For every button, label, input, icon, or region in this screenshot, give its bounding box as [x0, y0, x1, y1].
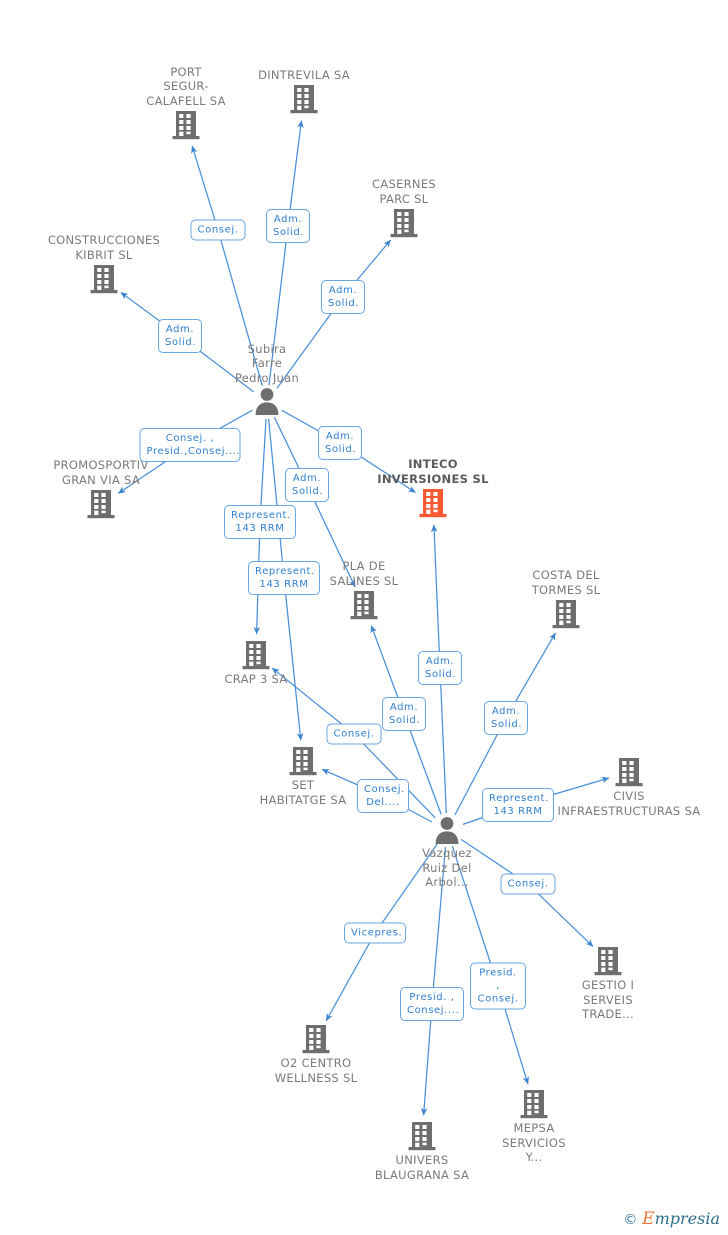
- node-icon-civis-infraestructuras[interactable]: [554, 756, 704, 788]
- edge-segment-arrow: [287, 120, 304, 223]
- node-label-promosportiva: PROMOSPORTIV GRAN VIA SA: [53, 458, 149, 487]
- company-building-icon: [290, 85, 318, 114]
- brand-name: mpresia: [654, 1209, 720, 1228]
- node-label-gestio-i-serveis: GESTIO I SERVEIS TRADE...: [581, 978, 635, 1021]
- company-building-icon: [242, 641, 270, 670]
- edge-label-subira-farre-to-pla-de-salines[interactable]: Adm. Solid.: [285, 468, 329, 502]
- edge-label-vazquez-ruiz-to-pla-de-salines[interactable]: Adm. Solid.: [382, 697, 426, 731]
- node-gestio-i-serveis[interactable]: GESTIO I SERVEIS TRADE...: [533, 945, 683, 1022]
- node-civis-infraestructuras[interactable]: CIVIS INFRAESTRUCTURAS SA: [554, 756, 704, 818]
- edge-label-subira-farre-to-set-habitatge[interactable]: Represent. 143 RRM: [248, 561, 320, 595]
- node-icon-set-habitatge[interactable]: [228, 745, 378, 777]
- node-label-o2-centro: O2 CENTRO WELLNESS SL: [274, 1056, 358, 1085]
- edge-label-subira-farre-to-inteco[interactable]: Adm. Solid.: [318, 426, 362, 460]
- company-building-icon: [390, 209, 418, 238]
- edge-segment-arrow: [325, 936, 374, 1022]
- edge-segment-arrow: [191, 145, 218, 227]
- edge-label-vazquez-ruiz-to-univers-blaugrana[interactable]: Presid. , Consej....: [400, 987, 464, 1021]
- node-dintrevila[interactable]: DINTREVILA SA: [229, 68, 379, 116]
- node-icon-construcciones-kibrit[interactable]: [29, 263, 179, 295]
- edge-label-vazquez-ruiz-to-gestio-i-serveis[interactable]: Consej.: [500, 873, 556, 895]
- node-o2-centro[interactable]: O2 CENTRO WELLNESS SL: [241, 1023, 391, 1085]
- company-building-icon: [350, 591, 378, 620]
- node-crap-3[interactable]: CRAP 3 SA: [181, 639, 331, 687]
- edge-label-subira-farre-to-casernes-parc[interactable]: Adm. Solid.: [321, 280, 365, 314]
- company-building-icon: [419, 489, 447, 518]
- company-building-icon: [90, 265, 118, 294]
- company-building-icon: [172, 111, 200, 140]
- node-icon-promosportiva[interactable]: [26, 488, 176, 520]
- node-costa-del-tormes[interactable]: COSTA DEL TORMES SL: [491, 568, 641, 630]
- node-icon-costa-del-tormes[interactable]: [491, 598, 641, 630]
- edge-segment: [439, 671, 447, 814]
- node-label-set-habitatge: SET HABITATGE SA: [259, 778, 347, 807]
- node-casernes-parc[interactable]: CASERNES PARC SL: [329, 177, 479, 239]
- edge-label-subira-farre-to-construcciones-kibrit[interactable]: Adm. Solid.: [158, 319, 202, 353]
- node-icon-gestio-i-serveis[interactable]: [533, 945, 683, 977]
- node-icon-subira-farre[interactable]: [192, 386, 342, 416]
- node-mepsa-servicios[interactable]: MEPSA SERVICIOS Y...: [459, 1088, 609, 1165]
- edge-segment: [259, 418, 267, 519]
- node-icon-crap-3[interactable]: [181, 639, 331, 671]
- node-label-crap-3: CRAP 3 SA: [224, 672, 288, 686]
- node-label-vazquez-ruiz: Vazquez Ruiz Del Arbol...: [422, 846, 472, 889]
- edge-label-subira-farre-to-promosportiva[interactable]: Consej. , Presid.,Consej....: [139, 428, 241, 462]
- node-vazquez-ruiz[interactable]: Vazquez Ruiz Del Arbol...: [372, 815, 522, 890]
- node-construcciones-kibrit[interactable]: CONSTRUCCIONES KIBRIT SL: [29, 233, 179, 295]
- edge-label-vazquez-ruiz-to-inteco[interactable]: Adm. Solid.: [418, 651, 462, 685]
- edge-label-vazquez-ruiz-to-mepsa-servicios[interactable]: Presid. , Consej.: [470, 962, 526, 1010]
- edge-label-vazquez-ruiz-to-crap-3[interactable]: Consej.: [326, 723, 382, 745]
- edge-label-vazquez-ruiz-to-o2-centro[interactable]: Vicepres.: [344, 922, 406, 944]
- edge-segment-arrow: [420, 1007, 433, 1116]
- copyright-icon: ©: [623, 1212, 638, 1228]
- node-label-construcciones-kibrit: CONSTRUCCIONES KIBRIT SL: [47, 233, 161, 262]
- node-icon-o2-centro[interactable]: [241, 1023, 391, 1055]
- node-label-costa-del-tormes: COSTA DEL TORMES SL: [531, 568, 601, 597]
- node-label-dintrevila: DINTREVILA SA: [258, 67, 350, 82]
- node-label-civis-infraestructuras: CIVIS INFRAESTRUCTURAS SA: [557, 789, 701, 818]
- company-building-icon: [520, 1090, 548, 1119]
- node-icon-mepsa-servicios[interactable]: [459, 1088, 609, 1120]
- company-building-icon: [289, 747, 317, 776]
- empresia-watermark: © Empresia: [623, 1209, 720, 1229]
- node-promosportiva[interactable]: PROMOSPORTIV GRAN VIA SA: [26, 458, 176, 520]
- company-building-icon: [615, 758, 643, 787]
- edge-label-subira-farre-to-crap-3[interactable]: Represent. 143 RRM: [224, 505, 296, 539]
- edge-segment: [267, 418, 285, 575]
- edge-label-subira-farre-to-port-segur[interactable]: Consej.: [190, 219, 246, 241]
- node-label-casernes-parc: CASERNES PARC SL: [371, 177, 437, 206]
- person-icon: [255, 388, 279, 415]
- brand-initial: E: [642, 1209, 655, 1229]
- company-building-icon: [594, 947, 622, 976]
- node-label-mepsa-servicios: MEPSA SERVICIOS Y...: [502, 1121, 566, 1164]
- company-building-icon: [552, 600, 580, 629]
- edge-label-vazquez-ruiz-to-costa-del-tormes[interactable]: Adm. Solid.: [484, 701, 528, 735]
- edge-label-subira-farre-to-dintrevila[interactable]: Adm. Solid.: [266, 209, 310, 243]
- company-building-icon: [87, 490, 115, 519]
- node-inteco[interactable]: INTECO INVERSIONES SL: [358, 457, 508, 519]
- company-building-icon: [408, 1122, 436, 1151]
- company-building-icon: [302, 1025, 330, 1054]
- edge-segment-arrow: [531, 887, 594, 947]
- node-icon-dintrevila[interactable]: [229, 83, 379, 115]
- node-icon-casernes-parc[interactable]: [329, 207, 479, 239]
- node-subira-farre[interactable]: Subira Farre Pedro Juan: [192, 342, 342, 417]
- edge-label-vazquez-ruiz-to-civis-infraestructuras[interactable]: Represent. 143 RRM: [482, 788, 554, 822]
- node-label-subira-farre: Subira Farre Pedro Juan: [234, 341, 300, 385]
- node-set-habitatge[interactable]: SET HABITATGE SA: [228, 745, 378, 807]
- person-icon: [435, 817, 459, 844]
- edge-segment: [404, 717, 442, 815]
- network-diagram-canvas: PORT SEGUR- CALAFELL SA DINTREVILA SA CASE…: [0, 0, 728, 1235]
- node-icon-inteco[interactable]: [358, 487, 508, 519]
- node-label-inteco: INTECO INVERSIONES SL: [377, 457, 489, 486]
- edge-label-vazquez-ruiz-to-set-habitatge[interactable]: Consej. Del....: [357, 779, 409, 813]
